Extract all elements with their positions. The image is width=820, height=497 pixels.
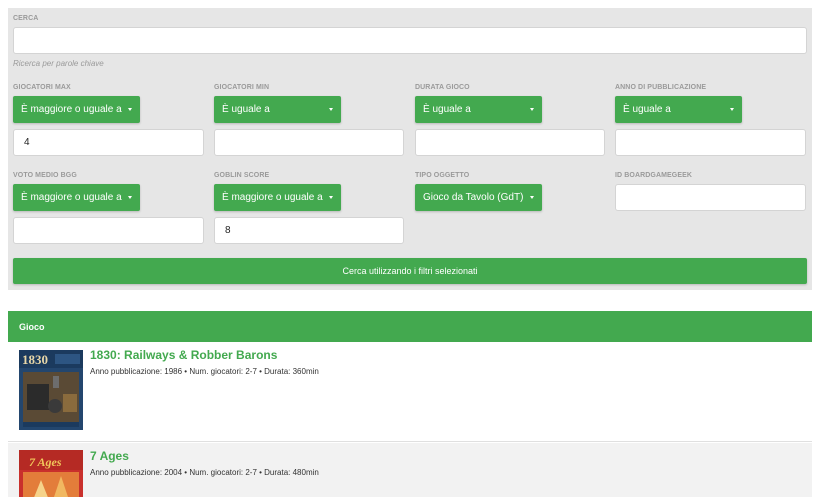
cover-title-text: 7 Ages xyxy=(29,455,62,469)
durata-gioco-operator-text: È uguale a xyxy=(423,104,471,115)
tipo-oggetto-label: TIPO OGGETTO xyxy=(415,172,470,179)
caret-down-icon xyxy=(730,108,734,111)
giocatori-min-operator-dropdown[interactable]: È uguale a xyxy=(214,96,341,123)
game-title-link[interactable]: 7 Ages xyxy=(90,449,129,463)
giocatori-max-operator-text: È maggiore o uguale a xyxy=(21,104,122,115)
anno-pubblicazione-operator-text: È uguale a xyxy=(623,104,671,115)
goblin-score-label: GOBLIN SCORE xyxy=(214,172,270,179)
result-row[interactable]: 7 Ages 7 Ages Anno pubblicazione: 2004 •… xyxy=(8,443,812,497)
giocatori-max-label: GIOCATORI MAX xyxy=(13,84,71,91)
id-boardgamegeek-input[interactable] xyxy=(615,184,806,211)
anno-pubblicazione-label: ANNO DI PUBBLICAZIONE xyxy=(615,84,707,91)
caret-down-icon xyxy=(128,196,132,199)
durata-gioco-input[interactable] xyxy=(415,129,605,156)
voto-medio-bgg-input[interactable] xyxy=(13,217,204,244)
voto-medio-bgg-label: VOTO MEDIO BGG xyxy=(13,172,77,179)
giocatori-min-label: GIOCATORI MIN xyxy=(214,84,270,91)
giocatori-max-input[interactable]: 4 xyxy=(13,129,204,156)
search-label: CERCA xyxy=(13,15,39,22)
game-title-link[interactable]: 1830: Railways & Robber Barons xyxy=(90,348,277,362)
durata-gioco-label: DURATA GIOCO xyxy=(415,84,470,91)
id-boardgamegeek-label: ID BOARDGAMEGEEK xyxy=(615,172,693,179)
game-cover-image[interactable]: 7 Ages xyxy=(19,450,83,497)
voto-medio-bgg-operator-text: È maggiore o uguale a xyxy=(21,192,122,203)
results-header: Gioco xyxy=(8,311,812,342)
filters-panel: CERCA Ricerca per parole chiave GIOCATOR… xyxy=(8,8,812,290)
game-cover-image[interactable]: 1830 xyxy=(19,350,83,430)
caret-down-icon xyxy=(329,196,333,199)
search-submit-button[interactable]: Cerca utilizzando i filtri selezionati xyxy=(13,258,807,284)
goblin-score-operator-text: È maggiore o uguale a xyxy=(222,192,323,203)
caret-down-icon xyxy=(128,108,132,111)
anno-pubblicazione-input[interactable] xyxy=(615,129,806,156)
search-input[interactable] xyxy=(13,27,807,54)
caret-down-icon xyxy=(530,108,534,111)
goblin-score-operator-dropdown[interactable]: È maggiore o uguale a xyxy=(214,184,341,211)
giocatori-min-operator-text: È uguale a xyxy=(222,104,270,115)
voto-medio-bgg-operator-dropdown[interactable]: È maggiore o uguale a xyxy=(13,184,140,211)
tipo-oggetto-text: Gioco da Tavolo (GdT) xyxy=(423,192,524,203)
cover-title-text: 1830 xyxy=(22,352,48,367)
search-help-text: Ricerca per parole chiave xyxy=(13,59,104,68)
game-meta-text: Anno pubblicazione: 1986 • Num. giocator… xyxy=(90,367,319,376)
goblin-score-input[interactable]: 8 xyxy=(214,217,404,244)
caret-down-icon xyxy=(530,196,534,199)
game-meta-text: Anno pubblicazione: 2004 • Num. giocator… xyxy=(90,468,319,477)
giocatori-max-operator-dropdown[interactable]: È maggiore o uguale a xyxy=(13,96,140,123)
result-row[interactable]: 1830 1830: Railways & Robber Barons Anno… xyxy=(8,342,812,442)
giocatori-min-input[interactable] xyxy=(214,129,404,156)
anno-pubblicazione-operator-dropdown[interactable]: È uguale a xyxy=(615,96,742,123)
durata-gioco-operator-dropdown[interactable]: È uguale a xyxy=(415,96,542,123)
tipo-oggetto-dropdown[interactable]: Gioco da Tavolo (GdT) xyxy=(415,184,542,211)
caret-down-icon xyxy=(329,108,333,111)
